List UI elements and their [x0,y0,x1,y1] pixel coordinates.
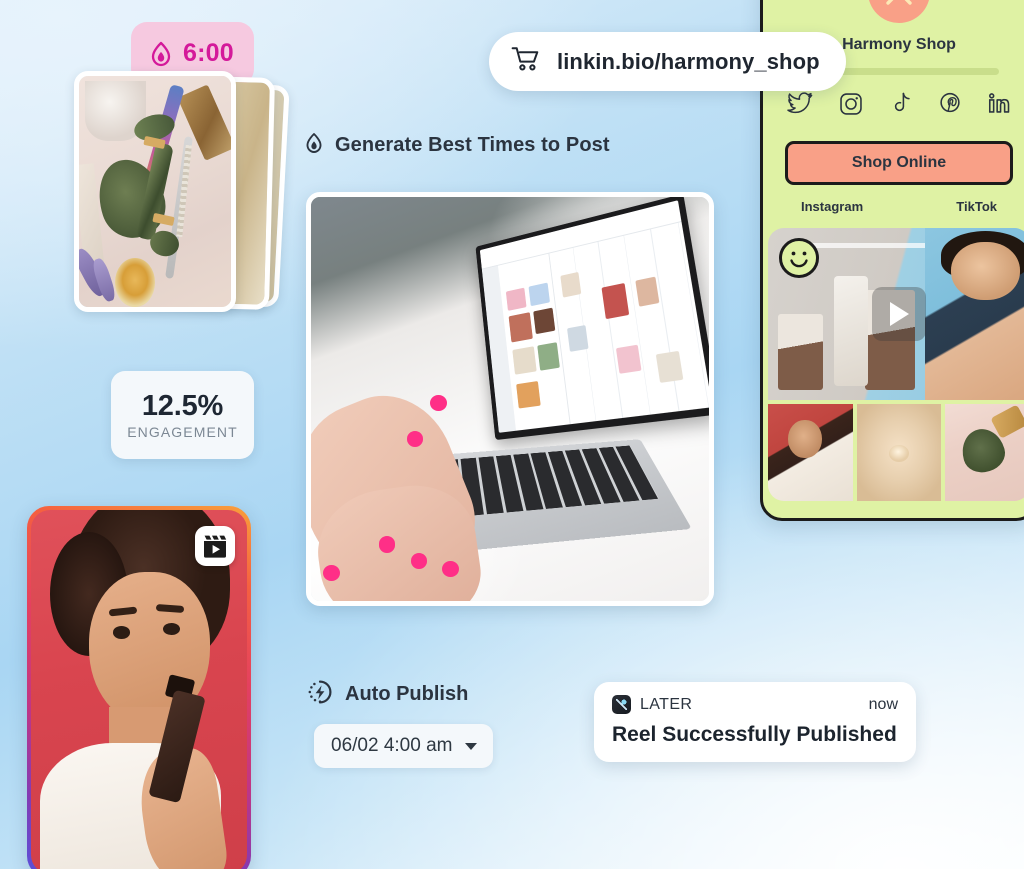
play-icon[interactable] [872,287,926,341]
linkedin-icon[interactable] [987,92,1011,121]
linkinbio-url-text: linkin.bio/harmony_shop [557,48,820,74]
linkinbio-url-pill[interactable]: linkin.bio/harmony_shop [489,32,846,91]
media-card-front [74,71,236,312]
laptop-photo-card [306,192,714,606]
harmony-burst-logo [868,0,930,23]
linkinbio-tabs: Instagram TikTok [763,185,1024,214]
tab-tiktok[interactable]: TikTok [956,199,997,214]
tiktok-icon[interactable] [889,92,913,121]
auto-publish-text: Auto Publish [345,683,469,705]
smiley-face-icon [779,238,819,278]
toast-timestamp: now [868,695,898,713]
shop-online-button[interactable]: Shop Online [785,141,1013,185]
media-thumbnail[interactable] [768,404,853,501]
schedule-date-value: 06/02 4:00 am [331,735,453,756]
generate-best-times-text: Generate Best Times to Post [335,134,610,156]
auto-publish-bolt-icon [306,678,334,711]
engagement-value: 12.5% [141,390,224,422]
instagram-icon[interactable] [838,92,864,121]
tab-instagram[interactable]: Instagram [801,199,863,214]
marketing-hero-canvas: 6:00 linkin.bio/harmony_shop Generate Be… [0,0,1024,869]
twitter-icon[interactable] [787,92,813,121]
reel-video-frame [31,510,247,869]
reel-phone-mockup [27,506,251,869]
later-app-icon [612,695,631,714]
notification-toast[interactable]: LATER now Reel Successfully Published [594,682,916,762]
featured-video-thumbnail[interactable] [768,228,1024,400]
social-icon-row [763,92,1024,121]
flame-icon [305,132,323,159]
reel-icon [195,526,235,566]
laptop-photo [311,197,709,601]
media-card-stack [74,62,290,312]
media-thumbnail[interactable] [945,404,1024,501]
linkinbio-media-grid [768,228,1024,501]
toast-title: Reel Successfully Published [612,723,897,746]
engagement-label: ENGAGEMENT [127,424,238,440]
generate-best-times-label: Generate Best Times to Post [305,132,610,159]
engagement-stat-card: 12.5% ENGAGEMENT [111,371,254,459]
media-thumbnail-row [768,404,1024,501]
auto-publish-label: Auto Publish [306,678,468,711]
shopping-cart-icon [511,46,541,77]
schedule-date-select[interactable]: 06/02 4:00 am [314,724,494,768]
pinterest-icon[interactable] [938,92,962,121]
chevron-down-icon [465,742,478,750]
toast-app-name: LATER [640,695,693,713]
media-thumbnail[interactable] [856,404,942,501]
